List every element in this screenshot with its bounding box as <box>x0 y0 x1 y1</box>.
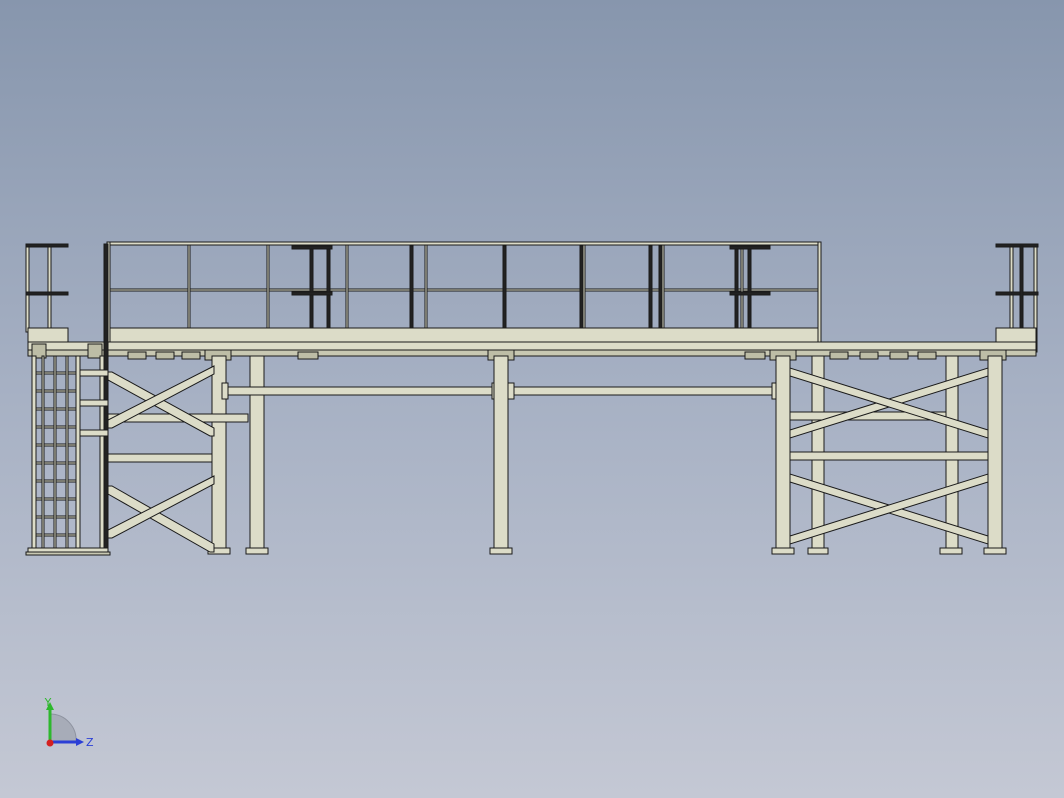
access-ladder <box>27 243 109 555</box>
origin-marker <box>46 739 54 747</box>
z-axis-arrowhead <box>76 738 84 746</box>
deck <box>27 327 1037 357</box>
z-axis-label: Z <box>86 736 94 749</box>
cad-viewport[interactable]: Y Z <box>0 0 1064 798</box>
right-frame <box>771 355 1007 555</box>
platform-elevation-drawing <box>25 241 1039 556</box>
base-plates <box>25 551 111 556</box>
y-axis-label: Y <box>44 696 52 709</box>
left-handrail <box>25 243 69 333</box>
axis-triad[interactable]: Y Z <box>36 696 106 760</box>
triad-plane-quadrant <box>49 713 77 743</box>
